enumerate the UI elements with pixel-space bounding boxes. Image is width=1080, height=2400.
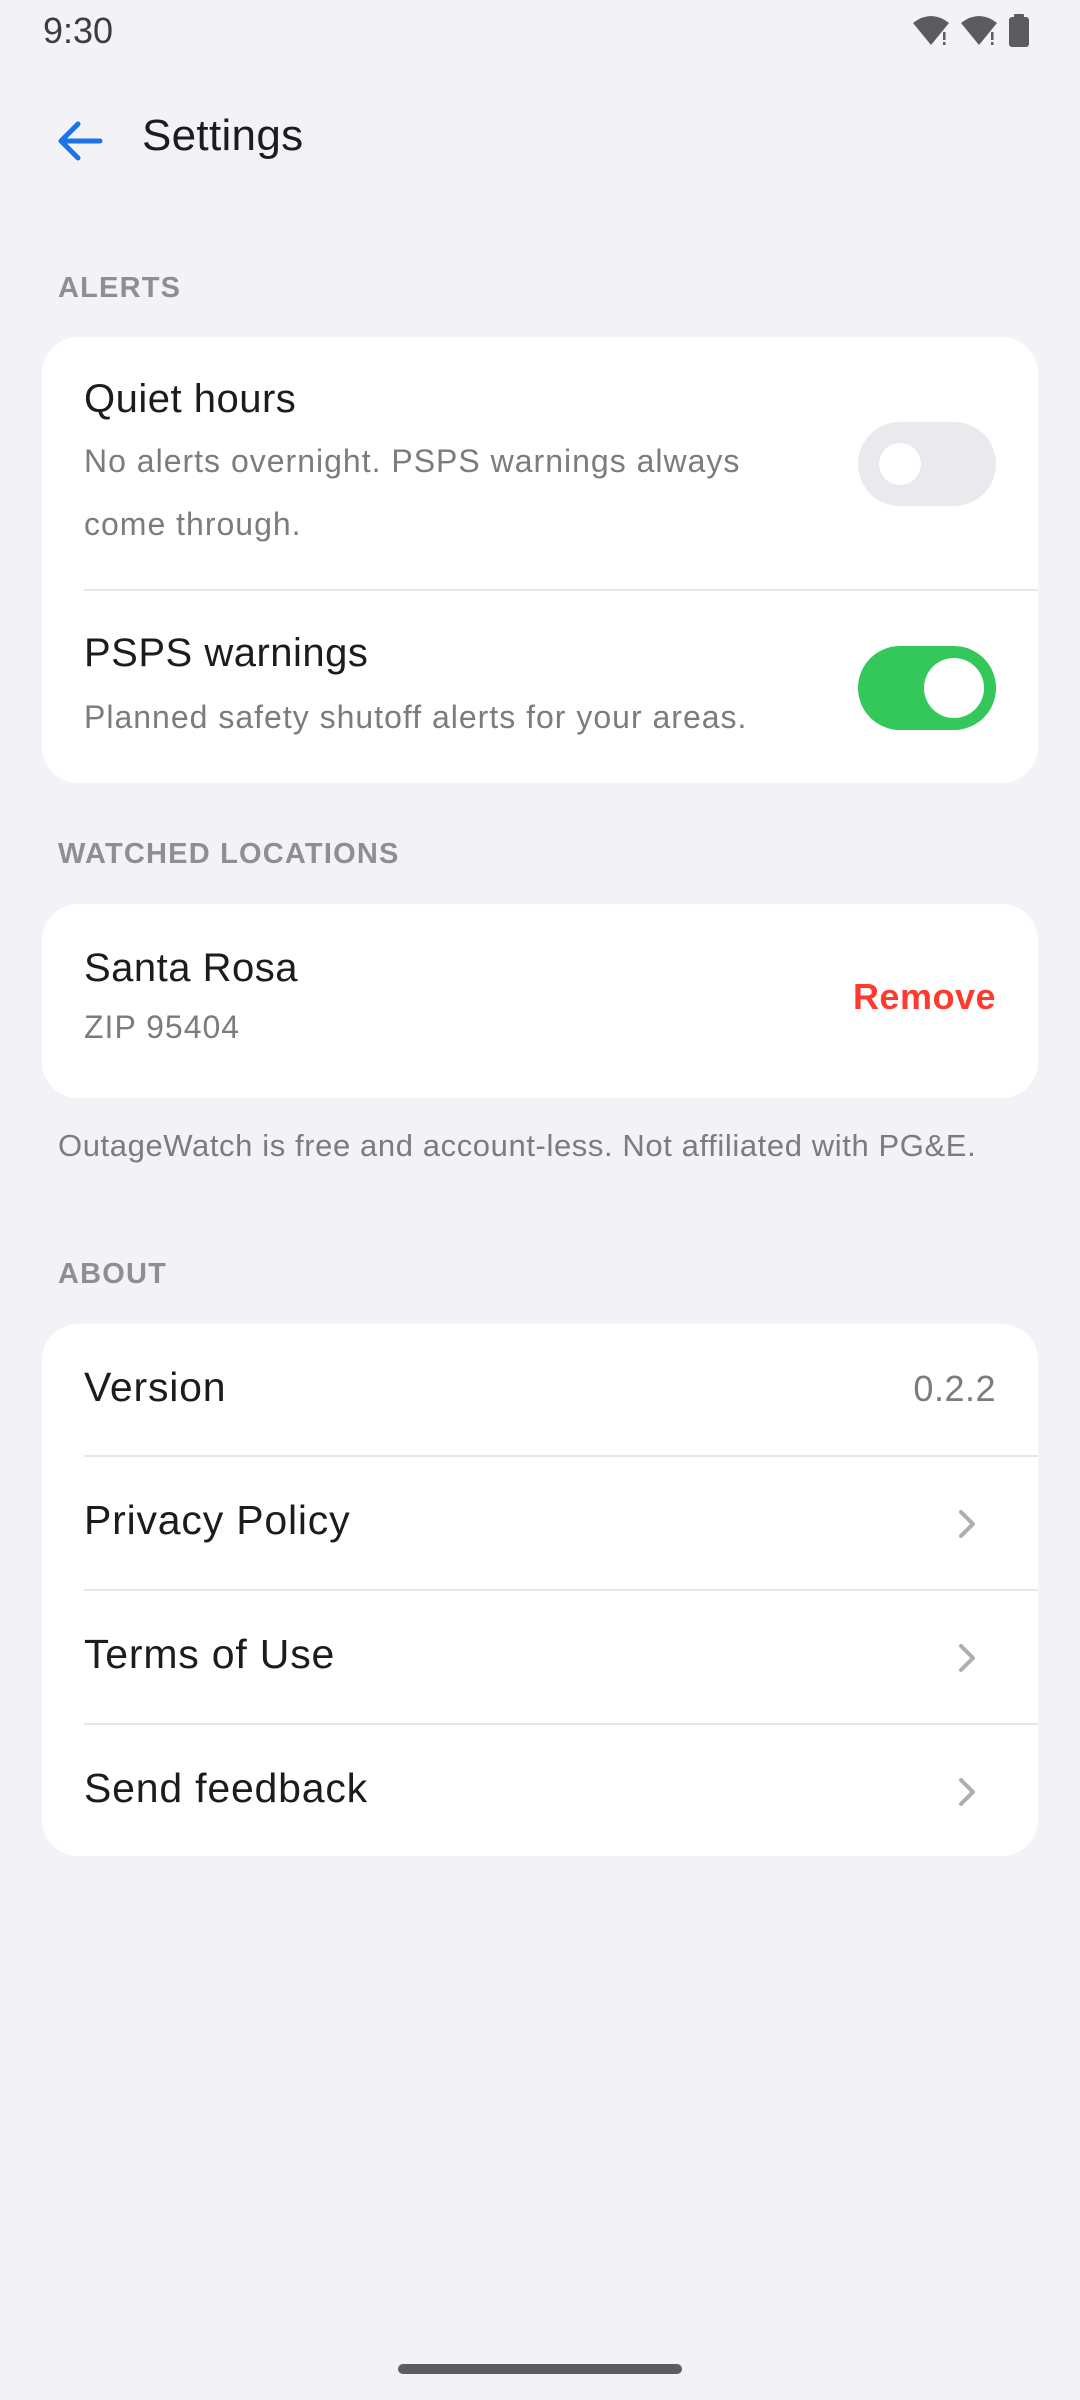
- settings-screen: 9:30 Settings ALERTS Quiet hours No aler…: [0, 0, 1080, 2400]
- version-label: Version: [84, 1364, 227, 1410]
- privacy-policy-row[interactable]: Privacy Policy: [42, 1457, 1038, 1591]
- status-bar: 9:30: [0, 0, 1080, 62]
- alerts-card: Quiet hours No alerts overnight. PSPS wa…: [42, 337, 1038, 783]
- signal-icon: [961, 16, 997, 45]
- footnote: OutageWatch is free and account-less. No…: [58, 1128, 977, 1163]
- app-bar: Settings: [0, 95, 1080, 185]
- quiet-hours-subtitle-line2: come through.: [84, 506, 302, 542]
- remove-location-button[interactable]: Remove: [853, 976, 996, 1018]
- divider: [84, 589, 1038, 591]
- wifi-icon: [913, 16, 949, 45]
- privacy-policy-label: Privacy Policy: [84, 1497, 351, 1543]
- quiet-hours-subtitle-line1: No alerts overnight. PSPS warnings alway…: [84, 443, 741, 479]
- back-arrow-icon: [58, 121, 103, 161]
- page-title: Settings: [142, 111, 304, 160]
- terms-of-use-row[interactable]: Terms of Use: [42, 1591, 1038, 1725]
- back-button[interactable]: [44, 105, 116, 177]
- psps-warnings-subtitle: Planned safety shutoff alerts for your a…: [84, 699, 748, 735]
- terms-of-use-label: Terms of Use: [84, 1631, 336, 1677]
- chevron-right-icon: [959, 1644, 975, 1672]
- version-row: Version 0.2.2: [42, 1324, 1038, 1458]
- toggle-knob: [879, 443, 921, 485]
- send-feedback-row[interactable]: Send feedback: [42, 1725, 1038, 1856]
- location-zip: ZIP 95404: [84, 1009, 241, 1045]
- version-value: 0.2.2: [913, 1368, 996, 1409]
- watched-locations-card: Santa Rosa ZIP 95404 Remove: [42, 904, 1038, 1098]
- status-time: 9:30: [43, 10, 114, 51]
- quiet-hours-toggle[interactable]: [858, 422, 996, 506]
- chevron-right-icon: [959, 1778, 975, 1806]
- chevron-right-icon: [959, 1510, 975, 1538]
- location-name: Santa Rosa: [84, 946, 299, 990]
- toggle-knob: [924, 658, 984, 718]
- section-label-about: ABOUT: [58, 1258, 168, 1290]
- section-label-alerts: ALERTS: [58, 272, 182, 304]
- section-label-watched-locations: WATCHED LOCATIONS: [58, 838, 400, 870]
- status-icons: [912, 14, 1030, 48]
- about-card: Version 0.2.2 Privacy Policy Terms of Us…: [42, 1324, 1038, 1856]
- send-feedback-label: Send feedback: [84, 1765, 368, 1811]
- psps-warnings-title: PSPS warnings: [84, 631, 369, 675]
- battery-icon: [1009, 14, 1029, 47]
- quiet-hours-title: Quiet hours: [84, 377, 297, 421]
- psps-warnings-toggle[interactable]: [858, 646, 996, 730]
- home-indicator[interactable]: [398, 2364, 682, 2374]
